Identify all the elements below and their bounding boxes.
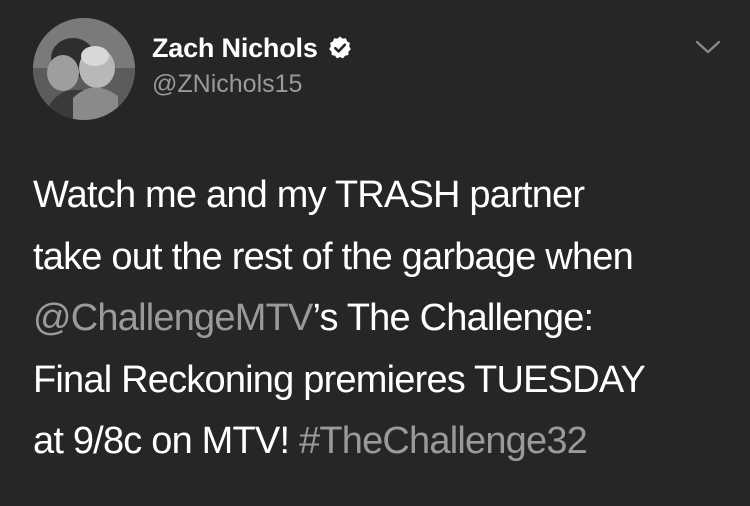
tweet-line-2: take out the rest of the garbage when [33,235,634,278]
tweet-line-5: at 9/8c on MTV! #TheChallenge32 [33,411,733,473]
tweet-line-1: Watch me and my TRASH partner [33,174,585,216]
chevron-down-icon[interactable] [694,36,722,58]
avatar[interactable] [33,18,135,120]
tweet-line-3: @ChallengeMTV’s The Challenge: [33,288,733,350]
author-name-row[interactable]: Zach Nichols [152,30,353,66]
tweet-text: Watch me and my TRASH partner take out t… [33,165,733,473]
profile-photo-icon [33,18,135,120]
tweet-card: Zach Nichols @ZNichols15 Watch me and my… [0,0,750,506]
display-name[interactable]: Zach Nichols [152,33,318,64]
tweet-line-4: Final Reckoning premieres TUESDAY [33,358,646,401]
mention-link[interactable]: @ChallengeMTV [33,297,313,339]
verified-badge-icon [327,35,353,61]
hashtag-link[interactable]: #TheChallenge32 [299,420,588,462]
author-handle[interactable]: @ZNichols15 [152,70,302,99]
tweet-line-3-rest: ’s The Challenge: [312,297,595,339]
tweet-line-5-text: at 9/8c on MTV! [33,420,299,462]
